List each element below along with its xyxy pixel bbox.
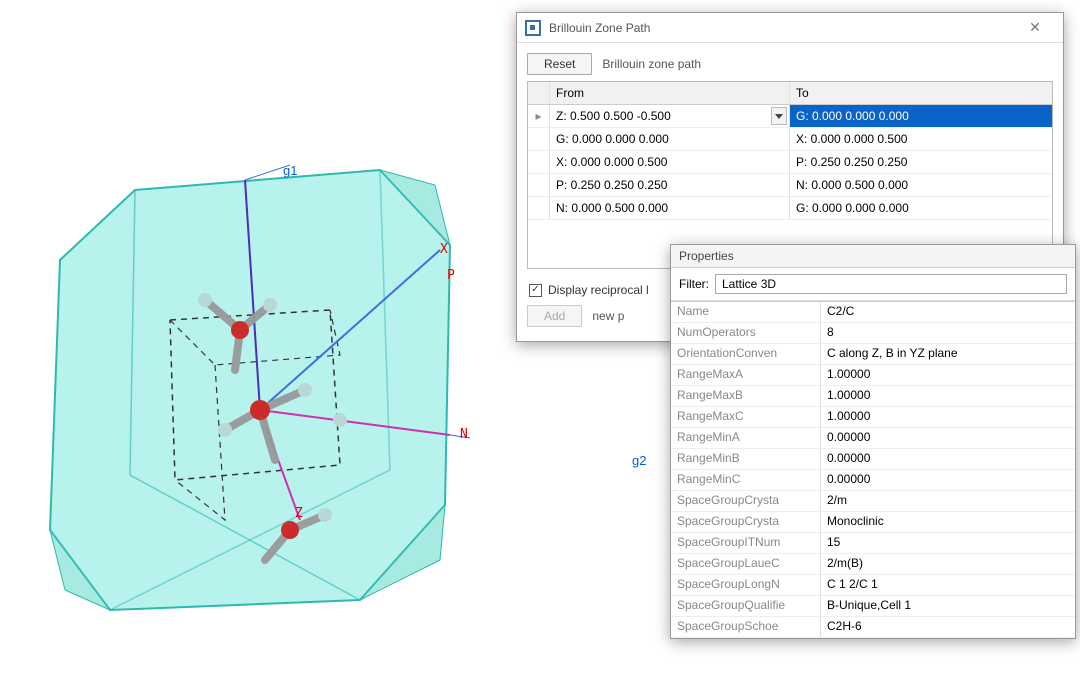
bz-point-n: N	[460, 427, 468, 442]
property-row[interactable]: SpaceGroupCrysta2/m	[671, 491, 1075, 512]
cell-from[interactable]: G: 0.000 0.000 0.000	[550, 128, 790, 150]
property-value[interactable]: C along Z, B in YZ plane	[821, 344, 1075, 364]
property-key: SpaceGroupITNum	[671, 533, 821, 553]
property-value[interactable]: B-Unique,Cell 1	[821, 596, 1075, 616]
filter-label: Filter:	[679, 277, 709, 291]
cell-to[interactable]: X: 0.000 0.000 0.500	[790, 128, 1052, 150]
property-grid[interactable]: NameC2/CNumOperators8OrientationConvenC …	[671, 301, 1075, 638]
path-row[interactable]: P: 0.250 0.250 0.250N: 0.000 0.500 0.000	[528, 174, 1052, 197]
property-key: SpaceGroupQualifie	[671, 596, 821, 616]
app-icon	[525, 20, 541, 36]
top-label: Brillouin zone path	[602, 57, 701, 71]
panel-properties: Properties Filter: NameC2/CNumOperators8…	[670, 244, 1076, 639]
display-reciprocal-checkbox[interactable]: ✓	[529, 284, 542, 297]
property-key: RangeMinA	[671, 428, 821, 448]
panel-properties-title[interactable]: Properties	[671, 245, 1075, 268]
property-row[interactable]: SpaceGroupCrystaMonoclinic	[671, 512, 1075, 533]
cell-from[interactable]: N: 0.000 0.500 0.000	[550, 197, 790, 219]
row-marker: ▸	[528, 105, 550, 127]
property-row[interactable]: SpaceGroupLongNC 1 2/C 1	[671, 575, 1075, 596]
dialog-title: Brillouin Zone Path	[549, 21, 1015, 35]
property-value[interactable]: C 1 2/C 1	[821, 575, 1075, 595]
path-row[interactable]: ▸Z: 0.500 0.500 -0.500G: 0.000 0.000 0.0…	[528, 105, 1052, 128]
property-key: RangeMinC	[671, 470, 821, 490]
property-value[interactable]: 2/m	[821, 491, 1075, 511]
property-row[interactable]: RangeMaxC1.00000	[671, 407, 1075, 428]
cell-to[interactable]: N: 0.000 0.500 0.000	[790, 174, 1052, 196]
property-value[interactable]: 15	[821, 533, 1075, 553]
grid-header-marker	[528, 82, 550, 104]
property-row[interactable]: RangeMinB0.00000	[671, 449, 1075, 470]
property-row[interactable]: SpaceGroupLaueC2/m(B)	[671, 554, 1075, 575]
property-value[interactable]: Monoclinic	[821, 512, 1075, 532]
property-key: RangeMaxB	[671, 386, 821, 406]
property-row[interactable]: SpaceGroupSchoeC2H-6	[671, 617, 1075, 638]
path-row[interactable]: N: 0.000 0.500 0.000G: 0.000 0.000 0.000	[528, 197, 1052, 220]
property-row[interactable]: OrientationConvenC along Z, B in YZ plan…	[671, 344, 1075, 365]
property-key: SpaceGroupSchoe	[671, 617, 821, 637]
path-row[interactable]: G: 0.000 0.000 0.000X: 0.000 0.000 0.500	[528, 128, 1052, 151]
property-row[interactable]: RangeMinA0.00000	[671, 428, 1075, 449]
cell-from[interactable]: X: 0.000 0.000 0.500	[550, 151, 790, 173]
property-value[interactable]: 1.00000	[821, 365, 1075, 385]
property-row[interactable]: SpaceGroupQualifieB-Unique,Cell 1	[671, 596, 1075, 617]
cell-to[interactable]: P: 0.250 0.250 0.250	[790, 151, 1052, 173]
property-value[interactable]: C2/C	[821, 302, 1075, 322]
property-value[interactable]: 0.00000	[821, 428, 1075, 448]
property-value[interactable]: C2H-6	[821, 617, 1075, 637]
property-key: OrientationConven	[671, 344, 821, 364]
bz-point-x: X	[440, 242, 448, 257]
property-key: RangeMaxC	[671, 407, 821, 427]
property-key: SpaceGroupLongN	[671, 575, 821, 595]
property-key: SpaceGroupLaueC	[671, 554, 821, 574]
property-value[interactable]: 1.00000	[821, 386, 1075, 406]
property-value[interactable]: 2/m(B)	[821, 554, 1075, 574]
display-reciprocal-label: Display reciprocal l	[548, 283, 649, 297]
property-key: RangeMaxA	[671, 365, 821, 385]
property-value[interactable]: 0.00000	[821, 470, 1075, 490]
property-key: NumOperators	[671, 323, 821, 343]
grid-header-to[interactable]: To	[790, 82, 1052, 104]
property-row[interactable]: RangeMinC0.00000	[671, 470, 1075, 491]
axis-label-g1: g1	[283, 163, 297, 178]
cell-to[interactable]: G: 0.000 0.000 0.000	[790, 105, 1052, 127]
titlebar[interactable]: Brillouin Zone Path ✕	[517, 13, 1063, 43]
bz-point-z: Z	[295, 506, 303, 521]
axis-label-g2: g2	[632, 453, 646, 468]
property-row[interactable]: NumOperators8	[671, 323, 1075, 344]
property-value[interactable]: 8	[821, 323, 1075, 343]
row-marker	[528, 174, 550, 196]
path-row[interactable]: X: 0.000 0.000 0.500P: 0.250 0.250 0.250	[528, 151, 1052, 174]
property-row[interactable]: SpaceGroupITNum15	[671, 533, 1075, 554]
close-icon[interactable]: ✕	[1015, 19, 1055, 36]
cell-from[interactable]: Z: 0.500 0.500 -0.500	[550, 105, 790, 127]
row-marker	[528, 128, 550, 150]
chevron-down-icon[interactable]	[771, 107, 787, 125]
viewport-3d[interactable]: g1 g2 X P N Z	[0, 0, 520, 683]
grid-header-from[interactable]: From	[550, 82, 790, 104]
property-row[interactable]: RangeMaxA1.00000	[671, 365, 1075, 386]
cell-from[interactable]: P: 0.250 0.250 0.250	[550, 174, 790, 196]
property-key: RangeMinB	[671, 449, 821, 469]
reset-button[interactable]: Reset	[527, 53, 592, 75]
brillouin-zone-shape	[40, 130, 470, 630]
path-grid[interactable]: From To ▸Z: 0.500 0.500 -0.500G: 0.000 0…	[527, 81, 1053, 269]
filter-input[interactable]	[715, 274, 1067, 294]
row-marker	[528, 197, 550, 219]
row-marker	[528, 151, 550, 173]
bz-point-p: P	[447, 268, 455, 283]
property-value[interactable]: 0.00000	[821, 449, 1075, 469]
property-key: SpaceGroupCrysta	[671, 491, 821, 511]
property-row[interactable]: RangeMaxB1.00000	[671, 386, 1075, 407]
property-value[interactable]: 1.00000	[821, 407, 1075, 427]
cell-to[interactable]: G: 0.000 0.000 0.000	[790, 197, 1052, 219]
property-key: Name	[671, 302, 821, 322]
add-button[interactable]: Add	[527, 305, 582, 327]
new-label: new p	[592, 309, 624, 323]
property-row[interactable]: NameC2/C	[671, 302, 1075, 323]
property-key: SpaceGroupCrysta	[671, 512, 821, 532]
